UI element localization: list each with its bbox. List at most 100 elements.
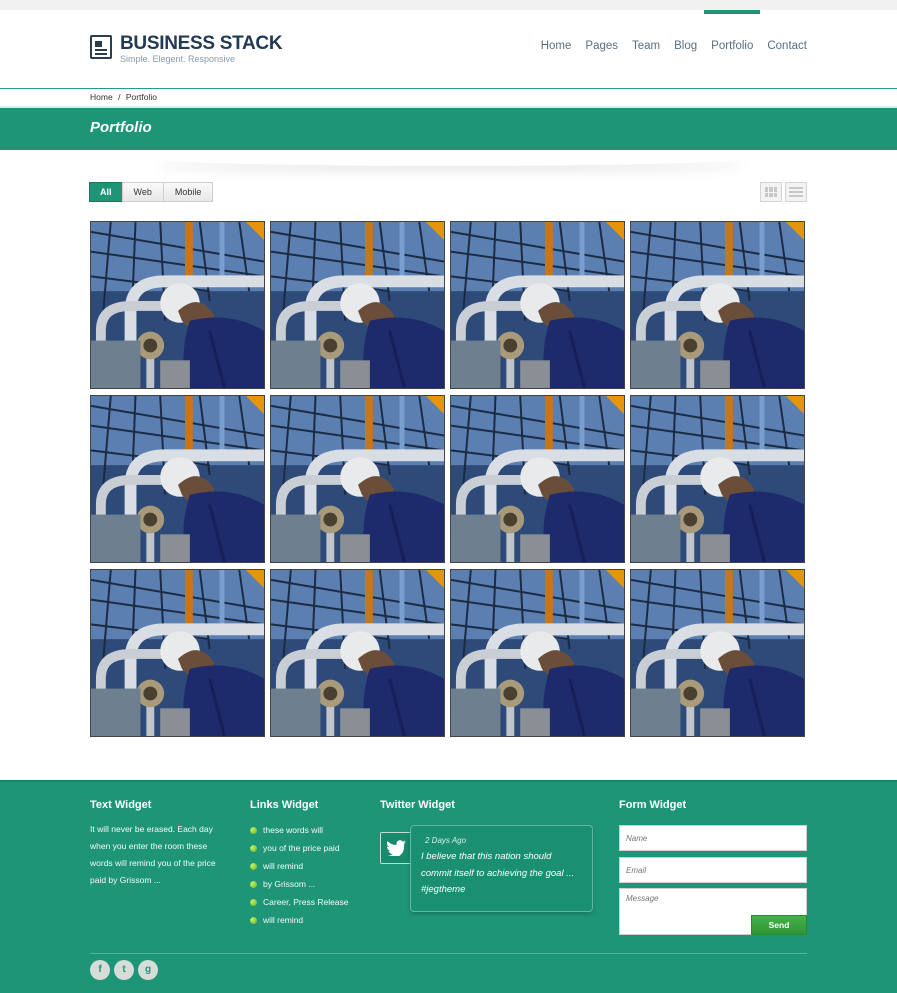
footer-link-label: you of the price paid <box>263 843 340 853</box>
portfolio-item[interactable] <box>90 569 265 737</box>
portfolio-item[interactable] <box>450 569 625 737</box>
corner-ribbon <box>606 222 624 240</box>
footer-link-label: will remind <box>263 915 304 925</box>
tweet-time: 2 Days Ago <box>425 836 467 845</box>
portfolio-item[interactable] <box>90 395 265 563</box>
tweet-card: 2 Days Ago I believe that this nation sh… <box>410 825 593 912</box>
footer-link[interactable]: by Grissom ... <box>250 875 349 893</box>
corner-ribbon <box>426 396 444 414</box>
header-divider <box>0 88 897 89</box>
nav-team[interactable]: Team <box>625 10 667 88</box>
portfolio-item[interactable] <box>270 569 445 737</box>
portfolio-image <box>451 570 624 736</box>
nav-blog[interactable]: Blog <box>667 10 704 88</box>
banner-shadow <box>150 150 750 166</box>
portfolio-item[interactable] <box>270 221 445 389</box>
bullet-icon <box>250 916 257 924</box>
corner-ribbon <box>606 396 624 414</box>
text-widget-title: Text Widget <box>90 799 152 811</box>
breadcrumb-home[interactable]: Home <box>90 92 113 102</box>
twitter-widget-title: Twitter Widget <box>380 799 455 811</box>
portfolio-image <box>271 222 444 388</box>
footer-link-label: by Grissom ... <box>263 879 316 889</box>
footer-top-border <box>0 780 897 782</box>
page-title: Portfolio <box>90 119 152 136</box>
filter-all[interactable]: All <box>89 182 123 202</box>
brand-tagline: Simple. Elegent. Responsive <box>120 54 236 64</box>
tweet-text[interactable]: I believe that this nation should commit… <box>421 849 582 899</box>
footer-link-label: these words will <box>263 825 323 835</box>
list-view-button[interactable] <box>785 182 807 202</box>
newspaper-icon <box>90 35 112 59</box>
page-banner: Portfolio <box>0 108 897 150</box>
footer-link[interactable]: Career, Press Release <box>250 893 349 911</box>
send-button[interactable]: Send <box>751 915 807 935</box>
footer-divider <box>90 953 807 954</box>
portfolio-item[interactable] <box>90 221 265 389</box>
breadcrumb-separator: / <box>118 92 121 102</box>
nav-portfolio[interactable]: Portfolio <box>704 10 761 88</box>
google-plus-icon[interactable]: g <box>138 960 158 980</box>
portfolio-item[interactable] <box>450 221 625 389</box>
site-logo[interactable]: BUSINESS STACK Simple. Elegent. Responsi… <box>90 33 283 65</box>
portfolio-item[interactable] <box>450 395 625 563</box>
corner-ribbon <box>246 396 264 414</box>
site-header: BUSINESS STACK Simple. Elegent. Responsi… <box>0 10 897 88</box>
portfolio-image <box>271 570 444 736</box>
portfolio-image <box>631 222 804 388</box>
portfolio-image <box>631 396 804 562</box>
site-footer: Text Widget It will never be erased. Eac… <box>0 780 897 993</box>
filter-web[interactable]: Web <box>121 182 164 202</box>
top-strip <box>0 0 897 10</box>
breadcrumb: Home / Portfolio <box>90 92 160 102</box>
portfolio-image <box>91 222 264 388</box>
grid-view-button[interactable] <box>760 182 782 202</box>
portfolio-item[interactable] <box>630 221 805 389</box>
name-field[interactable] <box>619 825 807 851</box>
portfolio-grid <box>90 221 807 737</box>
social-links: ftg <box>90 960 162 980</box>
footer-link[interactable]: you of the price paid <box>250 839 349 857</box>
filter-mobile[interactable]: Mobile <box>162 182 214 202</box>
facebook-icon[interactable]: f <box>90 960 110 980</box>
corner-ribbon <box>606 570 624 588</box>
footer-link[interactable]: will remind <box>250 911 349 929</box>
corner-ribbon <box>426 222 444 240</box>
links-list: these words will you of the price paid wil… <box>250 821 349 929</box>
portfolio-image <box>631 570 804 736</box>
footer-link[interactable]: these words will <box>250 821 349 839</box>
nav-contact[interactable]: Contact <box>760 10 807 88</box>
form-widget-title: Form Widget <box>619 799 687 811</box>
breadcrumb-current: Portfolio <box>125 92 157 102</box>
portfolio-item[interactable] <box>630 569 805 737</box>
logo-text: BUSINESS STACK Simple. Elegent. Responsi… <box>120 33 283 65</box>
portfolio-image <box>451 396 624 562</box>
twitter-bird-icon[interactable] <box>380 832 412 864</box>
portfolio-item[interactable] <box>270 395 445 563</box>
bullet-icon <box>250 844 257 852</box>
nav-home[interactable]: Home <box>534 10 579 88</box>
bullet-icon <box>250 826 257 834</box>
email-field[interactable] <box>619 857 807 883</box>
grid-view-icon <box>765 187 777 197</box>
bullet-icon <box>250 898 257 906</box>
text-widget-body: It will never be erased. Each day when y… <box>90 824 216 885</box>
main-nav: Home Pages Team Blog Portfolio Contact <box>534 10 807 88</box>
portfolio-item[interactable] <box>630 395 805 563</box>
bullet-icon <box>250 862 257 870</box>
corner-ribbon <box>786 396 804 414</box>
portfolio-image <box>271 396 444 562</box>
brand-title: BUSINESS STACK <box>120 33 283 54</box>
corner-ribbon <box>246 222 264 240</box>
corner-ribbon <box>426 570 444 588</box>
corner-ribbon <box>786 222 804 240</box>
footer-link[interactable]: will remind <box>250 857 349 875</box>
portfolio-image <box>91 396 264 562</box>
bullet-icon <box>250 880 257 888</box>
corner-ribbon <box>246 570 264 588</box>
list-view-icon <box>789 187 803 197</box>
nav-pages[interactable]: Pages <box>578 10 625 88</box>
corner-ribbon <box>786 570 804 588</box>
twitter-icon[interactable]: t <box>114 960 134 980</box>
portfolio-filters: All Web Mobile <box>89 182 214 202</box>
